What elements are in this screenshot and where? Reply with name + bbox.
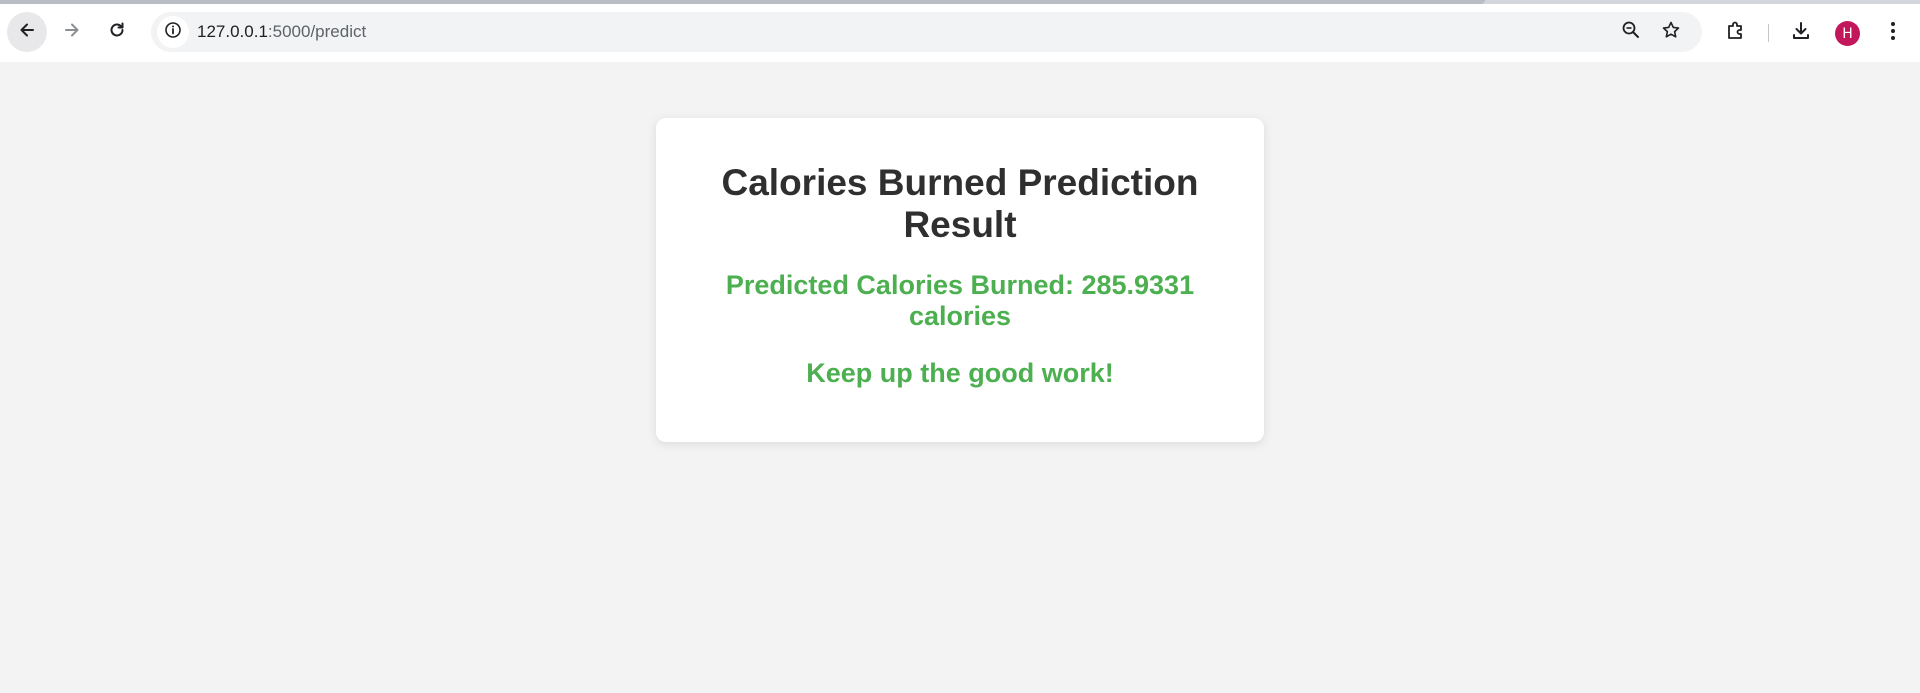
info-icon	[164, 21, 182, 44]
page-title: Calories Burned Prediction Result	[721, 162, 1199, 245]
address-bar[interactable]: 127.0.0.1:5000/predict	[151, 12, 1702, 52]
reload-button[interactable]	[97, 12, 137, 52]
downloads-button[interactable]	[1788, 20, 1814, 46]
page-content: Calories Burned Prediction Result Predic…	[0, 62, 1920, 693]
url-path: :5000/predict	[267, 22, 367, 41]
toolbar-divider	[1768, 24, 1769, 42]
star-icon	[1661, 20, 1681, 45]
result-card: Calories Burned Prediction Result Predic…	[656, 118, 1264, 442]
motivation-text: Keep up the good work!	[806, 358, 1114, 388]
zoom-button[interactable]	[1619, 20, 1643, 44]
url-host: 127.0.0.1	[197, 22, 268, 41]
forward-button[interactable]	[52, 12, 92, 52]
browser-menu-button[interactable]	[1880, 20, 1906, 46]
site-info-button[interactable]	[157, 16, 189, 48]
puzzle-piece-icon	[1725, 20, 1747, 47]
download-icon	[1790, 20, 1812, 47]
zoom-out-icon	[1621, 20, 1641, 45]
browser-toolbar: 127.0.0.1:5000/predict H	[0, 4, 1920, 62]
reload-icon	[107, 20, 127, 45]
back-button[interactable]	[7, 12, 47, 52]
url-text[interactable]: 127.0.0.1:5000/predict	[197, 22, 366, 42]
forward-arrow-icon	[62, 20, 82, 45]
browser-chrome: 127.0.0.1:5000/predict H	[0, 0, 1920, 63]
profile-avatar[interactable]: H	[1835, 21, 1860, 46]
kebab-menu-icon	[1890, 21, 1896, 46]
prediction-text: Predicted Calories Burned: 285.9331 calo…	[725, 270, 1195, 331]
bookmark-button[interactable]	[1659, 20, 1683, 44]
extensions-button[interactable]	[1723, 20, 1749, 46]
back-arrow-icon	[17, 20, 37, 45]
